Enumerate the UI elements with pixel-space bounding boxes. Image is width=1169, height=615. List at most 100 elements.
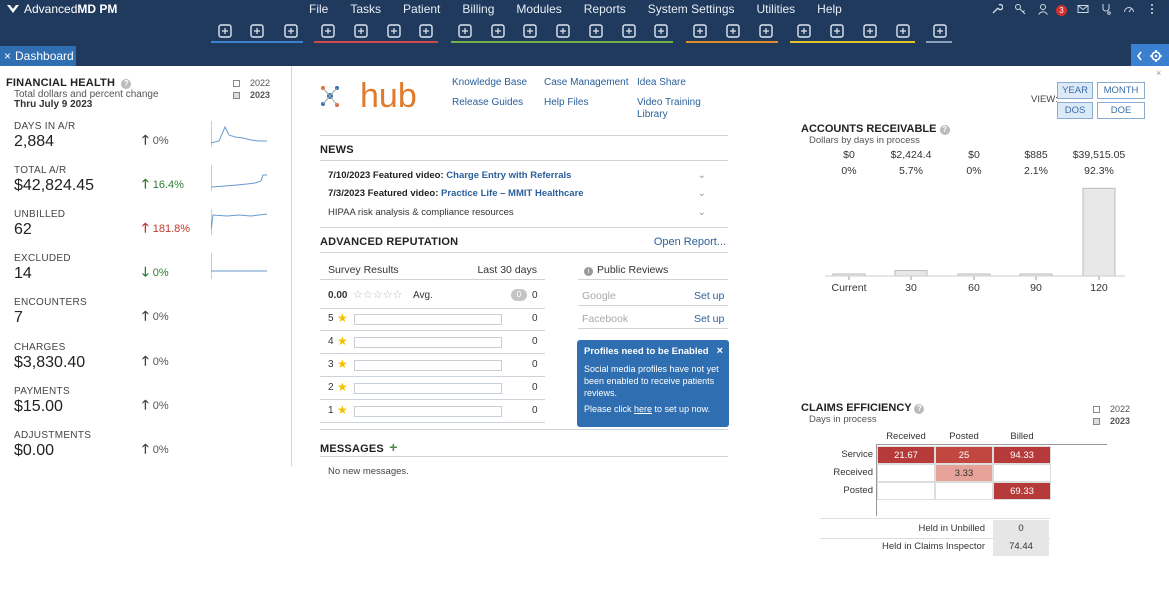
news-item[interactable]: 7/3/2023 Featured video: Practice Life –… bbox=[328, 188, 718, 199]
claims-cell[interactable]: 94.33 bbox=[993, 446, 1051, 464]
year-2023-checkbox[interactable] bbox=[1093, 417, 1100, 425]
chevron-down-icon[interactable]: ⌄ bbox=[698, 207, 706, 218]
year-2022-checkbox[interactable] bbox=[233, 79, 240, 87]
toast-here-link[interactable]: here bbox=[634, 404, 652, 414]
chevron-down-icon[interactable]: ⌄ bbox=[698, 170, 706, 181]
google-setup-link[interactable]: Set up bbox=[694, 290, 724, 302]
satellite-icon[interactable] bbox=[758, 23, 774, 40]
ar-bar[interactable] bbox=[894, 270, 928, 277]
download-icon[interactable] bbox=[555, 23, 571, 40]
patient-icon[interactable] bbox=[217, 23, 233, 40]
view-year-button[interactable]: YEAR bbox=[1057, 82, 1093, 99]
year-2023-checkbox[interactable] bbox=[233, 91, 240, 99]
wrench-icon[interactable] bbox=[990, 3, 1004, 17]
metric-days-in-a-r[interactable]: DAYS IN A/R 2,884 🡑 0% bbox=[14, 121, 284, 165]
link-video-training[interactable]: Video Training bbox=[637, 97, 701, 108]
monitor-icon[interactable] bbox=[932, 23, 948, 40]
link-case-management[interactable]: Case Management bbox=[544, 77, 629, 88]
link-help-files[interactable]: Help Files bbox=[544, 97, 588, 108]
year-2022-checkbox[interactable] bbox=[1093, 405, 1100, 413]
tab-close-icon[interactable]: × bbox=[4, 49, 11, 63]
more-icon[interactable] bbox=[1145, 3, 1159, 17]
metric-charges[interactable]: CHARGES $3,830.40 🡑 0% bbox=[14, 342, 284, 386]
claims-cell[interactable]: 69.33 bbox=[993, 482, 1051, 500]
menu-billing[interactable]: Billing bbox=[462, 0, 494, 20]
claims-cell[interactable] bbox=[935, 482, 993, 500]
metric-adjustments[interactable]: ADJUSTMENTS $0.00 🡑 0% bbox=[14, 430, 284, 474]
chart-line-icon[interactable] bbox=[862, 23, 878, 40]
claims-cell[interactable] bbox=[877, 464, 935, 482]
toast-close-icon[interactable]: × bbox=[717, 345, 723, 357]
menu-help[interactable]: Help bbox=[817, 0, 842, 20]
claims-cell[interactable]: 21.67 bbox=[877, 446, 935, 464]
open-report-link[interactable]: Open Report... bbox=[654, 236, 726, 248]
view-doe-button[interactable]: DOE bbox=[1097, 102, 1145, 119]
tab-dashboard[interactable]: × Dashboard bbox=[0, 46, 76, 66]
bar-chart-icon[interactable] bbox=[796, 23, 812, 40]
key-icon[interactable] bbox=[1013, 3, 1027, 17]
bar-percent-label: 92.3% bbox=[1084, 165, 1114, 177]
news-link[interactable]: Charge Entry with Referrals bbox=[446, 170, 571, 181]
add-message-button[interactable]: + bbox=[389, 439, 397, 455]
news-link[interactable]: Practice Life – MMIT Healthcare bbox=[441, 188, 584, 199]
claims-cell[interactable] bbox=[877, 482, 935, 500]
menu-utilities[interactable]: Utilities bbox=[757, 0, 796, 20]
claims-cell[interactable] bbox=[993, 464, 1051, 482]
mail-icon[interactable] bbox=[1076, 3, 1090, 17]
list-icon[interactable] bbox=[490, 23, 506, 40]
link-video-training-library[interactable]: Library bbox=[637, 109, 668, 120]
menu-reports[interactable]: Reports bbox=[584, 0, 626, 20]
metric-payments[interactable]: PAYMENTS $15.00 🡑 0% bbox=[14, 386, 284, 430]
link-idea-share[interactable]: Idea Share bbox=[637, 77, 686, 88]
chart-search-icon[interactable] bbox=[829, 23, 845, 40]
ar-title: ACCOUNTS RECEIVABLE ? bbox=[801, 123, 950, 135]
link-release-guides[interactable]: Release Guides bbox=[452, 97, 523, 108]
dashboard-settings-button[interactable] bbox=[1131, 44, 1169, 68]
news-item[interactable]: HIPAA risk analysis & compliance resourc… bbox=[328, 207, 718, 218]
news-item[interactable]: 7/10/2023 Featured video: Charge Entry w… bbox=[328, 170, 718, 181]
menu-file[interactable]: File bbox=[309, 0, 328, 20]
user-search-icon[interactable] bbox=[283, 23, 299, 40]
ar-bar[interactable] bbox=[1082, 187, 1116, 277]
menu-tasks[interactable]: Tasks bbox=[350, 0, 381, 20]
chart-gear-icon[interactable] bbox=[895, 23, 911, 40]
dollar-file-icon[interactable] bbox=[588, 23, 604, 40]
view-dos-button[interactable]: DOS bbox=[1057, 102, 1093, 119]
user-edit-icon[interactable] bbox=[386, 23, 402, 40]
menu-patient[interactable]: Patient bbox=[403, 0, 440, 20]
link-knowledge-base[interactable]: Knowledge Base bbox=[452, 77, 527, 88]
chevron-down-icon[interactable]: ⌄ bbox=[698, 188, 706, 199]
document-search-icon[interactable] bbox=[725, 23, 741, 40]
divider bbox=[320, 353, 545, 354]
menu-system-settings[interactable]: System Settings bbox=[648, 0, 735, 20]
menu-modules[interactable]: Modules bbox=[516, 0, 561, 20]
calendar-card-icon[interactable] bbox=[249, 23, 265, 40]
close-panel-icon[interactable]: × bbox=[1156, 68, 1161, 78]
upload-icon[interactable] bbox=[522, 23, 538, 40]
help-icon[interactable]: ? bbox=[914, 404, 925, 414]
document-edit-icon[interactable] bbox=[692, 23, 708, 40]
speedometer-icon[interactable] bbox=[1122, 3, 1136, 17]
phone-icon[interactable] bbox=[418, 23, 434, 40]
help-icon[interactable]: ? bbox=[121, 79, 132, 89]
tab-dashboard-label: Dashboard bbox=[15, 49, 74, 63]
calculator-icon[interactable] bbox=[457, 23, 473, 40]
advancedmd-logo-icon bbox=[7, 5, 19, 13]
alarm-icon[interactable] bbox=[353, 23, 369, 40]
user-icon[interactable] bbox=[1036, 3, 1050, 17]
stethoscope-icon[interactable] bbox=[1099, 3, 1113, 17]
facebook-setup-link[interactable]: Set up bbox=[694, 313, 724, 325]
metric-unbilled[interactable]: UNBILLED 62 🡑 181.8% bbox=[14, 209, 284, 253]
claims-cell[interactable]: 25 bbox=[935, 446, 993, 464]
clock-icon[interactable] bbox=[621, 23, 637, 40]
bar-value-label: $39,515.05 bbox=[1073, 149, 1126, 161]
view-month-button[interactable]: MONTH bbox=[1097, 82, 1145, 99]
metric-total-a-r[interactable]: TOTAL A/R $42,824.45 🡑 16.4% bbox=[14, 165, 284, 209]
file-search-icon[interactable] bbox=[653, 23, 669, 40]
claims-cell[interactable]: 3.33 bbox=[935, 464, 993, 482]
help-icon[interactable]: ? bbox=[939, 125, 950, 135]
metric-encounters[interactable]: ENCOUNTERS 7 🡑 0% bbox=[14, 297, 284, 341]
notification-badge[interactable]: 3 bbox=[1056, 4, 1067, 16]
scheduler-icon[interactable] bbox=[320, 23, 336, 40]
metric-excluded[interactable]: EXCLUDED 14 🡓 0% bbox=[14, 253, 284, 297]
